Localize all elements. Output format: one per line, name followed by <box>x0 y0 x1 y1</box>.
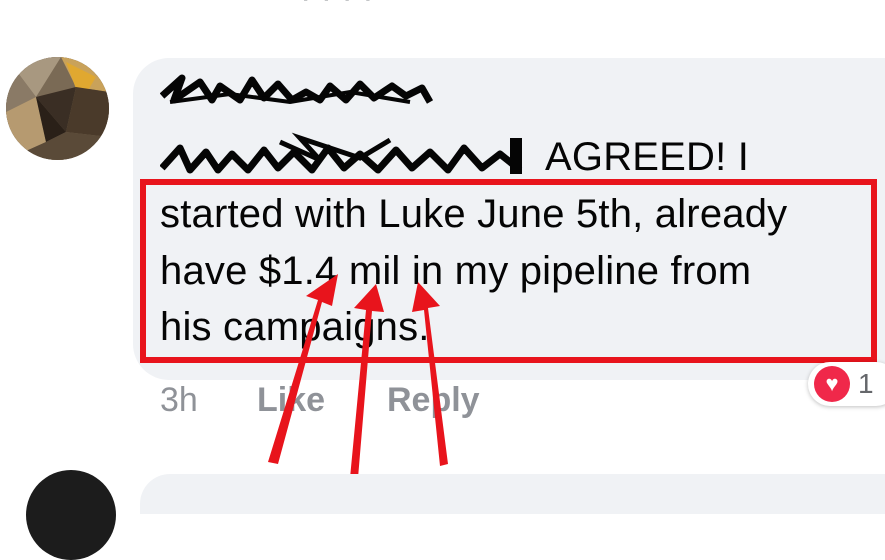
reaction-summary[interactable]: ♥ 1 <box>808 362 885 406</box>
highlight-annotation-box <box>140 179 877 363</box>
comment-text-line: AGREED! I <box>545 135 750 179</box>
avatar-image <box>6 57 109 160</box>
comment-timestamp: 3h <box>160 381 198 419</box>
previous-comment-actions: · · · · <box>300 0 374 17</box>
like-button[interactable]: Like <box>257 378 325 422</box>
reaction-count: 1 <box>858 368 874 399</box>
heart-icon: ♥ <box>814 366 850 402</box>
avatar[interactable] <box>6 57 109 160</box>
reply-button[interactable]: Reply <box>387 378 480 422</box>
redacted-mentioned-name <box>160 132 523 174</box>
next-comment-bubble <box>140 474 885 514</box>
redacted-author-name <box>160 74 434 105</box>
